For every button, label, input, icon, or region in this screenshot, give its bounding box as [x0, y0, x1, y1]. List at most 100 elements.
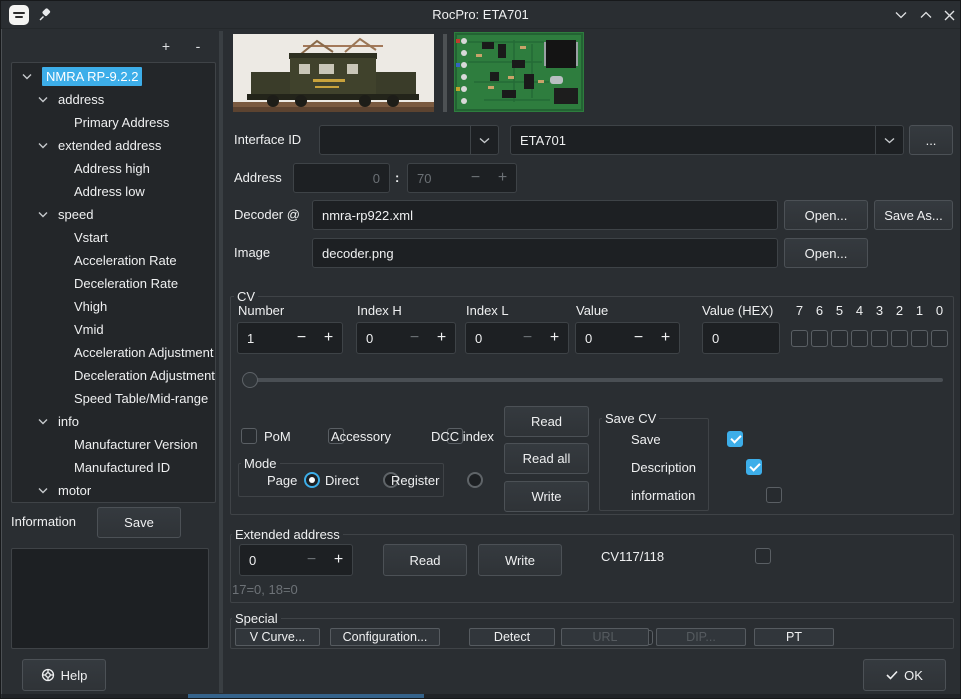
- cv-index-h-spinner[interactable]: 0 − +: [356, 322, 456, 354]
- description-checkbox[interactable]: [746, 459, 762, 475]
- decrement-button[interactable]: −: [625, 329, 652, 347]
- increment-button[interactable]: +: [541, 329, 568, 347]
- url-button: URL: [561, 628, 649, 646]
- cv-bit-0-checkbox[interactable]: [931, 330, 948, 347]
- tree-item-acceleration-adjustment[interactable]: Acceleration Adjustment: [12, 341, 215, 364]
- chevron-down-icon[interactable]: [38, 418, 48, 425]
- tree-add-button[interactable]: +: [157, 39, 175, 55]
- decrement-button[interactable]: −: [514, 329, 541, 347]
- increment-button[interactable]: +: [489, 169, 516, 187]
- increment-button[interactable]: +: [428, 329, 455, 347]
- horizontal-scrollbar-thumb[interactable]: [188, 694, 424, 699]
- cv-number-spinner[interactable]: 1 − +: [237, 322, 343, 354]
- image-file-field[interactable]: decoder.png: [312, 238, 778, 268]
- tree-item-speed-table[interactable]: Speed Table/Mid-range: [12, 387, 215, 410]
- increment-button[interactable]: +: [315, 329, 342, 347]
- v-curve-button[interactable]: V Curve...: [235, 628, 320, 646]
- cv-bit-3-checkbox[interactable]: [871, 330, 888, 347]
- pin-icon[interactable]: [37, 7, 53, 23]
- configuration-button[interactable]: Configuration...: [330, 628, 440, 646]
- chevron-down-icon[interactable]: [38, 142, 48, 149]
- tree-item-address-low[interactable]: Address low: [12, 180, 215, 203]
- decrement-button[interactable]: −: [298, 551, 325, 569]
- tree-item-manufacturer-version[interactable]: Manufacturer Version: [12, 433, 215, 456]
- extended-address-spinner[interactable]: 0 − +: [239, 544, 353, 576]
- splitter-handle[interactable]: [219, 31, 223, 693]
- decrement-button[interactable]: −: [462, 169, 489, 187]
- extended-read-button[interactable]: Read: [383, 544, 467, 576]
- extended-write-button[interactable]: Write: [478, 544, 562, 576]
- cv-value-spinner[interactable]: 0 − +: [575, 322, 680, 354]
- cv-read-button[interactable]: Read: [504, 406, 589, 437]
- tree-item-deceleration-adjustment[interactable]: Deceleration Adjustment: [12, 364, 215, 387]
- ok-button[interactable]: OK: [863, 659, 946, 691]
- cv-index-l-spinner[interactable]: 0 − +: [465, 322, 569, 354]
- mode-group-legend: Mode: [241, 456, 280, 471]
- cv117-checkbox[interactable]: [755, 548, 771, 564]
- cv-group-legend: CV: [234, 289, 258, 304]
- cv-bit-2-checkbox[interactable]: [891, 330, 908, 347]
- decoder-file-field[interactable]: nmra-rp922.xml: [312, 200, 778, 230]
- detect-button[interactable]: Detect: [469, 628, 555, 646]
- tree-item-deceleration-rate[interactable]: Deceleration Rate: [12, 272, 215, 295]
- bit-3-label: 3: [871, 303, 888, 318]
- tree-item-info[interactable]: info: [12, 410, 215, 433]
- close-icon[interactable]: [941, 7, 957, 23]
- cv-bit-7-checkbox[interactable]: [791, 330, 808, 347]
- address-field[interactable]: 0: [293, 163, 390, 193]
- tree-item-primary-address[interactable]: Primary Address: [12, 111, 215, 134]
- save-information-checkbox[interactable]: [766, 487, 782, 503]
- cv-bit-4-checkbox[interactable]: [851, 330, 868, 347]
- chevron-down-icon[interactable]: [38, 96, 48, 103]
- tree-item-acceleration-rate[interactable]: Acceleration Rate: [12, 249, 215, 272]
- mode-page-radio[interactable]: [304, 472, 320, 488]
- tree-item-motor[interactable]: motor: [12, 479, 215, 502]
- decrement-button[interactable]: −: [288, 329, 315, 347]
- cv-value-hex-field[interactable]: 0: [702, 322, 780, 354]
- save-checkbox[interactable]: [727, 431, 743, 447]
- tree-item-vmid[interactable]: Vmid: [12, 318, 215, 341]
- more-button[interactable]: ...: [909, 125, 953, 155]
- cv-bit-5-checkbox[interactable]: [831, 330, 848, 347]
- chevron-down-icon[interactable]: [893, 7, 909, 23]
- image-open-button[interactable]: Open...: [784, 238, 868, 268]
- tree-item-vhigh[interactable]: Vhigh: [12, 295, 215, 318]
- decrement-button[interactable]: −: [401, 329, 428, 347]
- tree-remove-button[interactable]: -: [189, 39, 207, 55]
- increment-button[interactable]: +: [325, 551, 352, 569]
- cv-read-all-button[interactable]: Read all: [504, 443, 589, 474]
- chevron-down-icon[interactable]: [38, 487, 48, 494]
- information-save-button[interactable]: Save: [97, 507, 181, 538]
- pom-checkbox[interactable]: [241, 428, 257, 444]
- tree-item-speed[interactable]: speed: [12, 203, 215, 226]
- help-button[interactable]: Help: [22, 659, 106, 691]
- chevron-up-icon[interactable]: [918, 7, 934, 23]
- bit-7-label: 7: [791, 303, 808, 318]
- tree-item-address-high[interactable]: Address high: [12, 157, 215, 180]
- tree-item-manufactured-id[interactable]: Manufactured ID: [12, 456, 215, 479]
- tree-item-vstart[interactable]: Vstart: [12, 226, 215, 249]
- increment-button[interactable]: +: [652, 329, 679, 347]
- decoder-pcb-photo: [454, 32, 584, 112]
- chevron-down-icon[interactable]: [22, 73, 32, 80]
- chevron-down-icon[interactable]: [38, 211, 48, 218]
- special-group-legend: Special: [232, 611, 281, 626]
- cv-bit-6-checkbox[interactable]: [811, 330, 828, 347]
- cv-write-button[interactable]: Write: [504, 481, 589, 512]
- cv-value-slider-handle[interactable]: [242, 372, 258, 388]
- address-spinner[interactable]: 70 − +: [407, 163, 517, 193]
- tree-item-address[interactable]: address: [12, 88, 215, 111]
- interface-id-combo[interactable]: [319, 125, 499, 155]
- cv-bit-1-checkbox[interactable]: [911, 330, 928, 347]
- loco-id-combo[interactable]: ETA701: [510, 125, 904, 155]
- tree-item-extended-address[interactable]: extended address: [12, 134, 215, 157]
- horizontal-scrollbar[interactable]: [2, 694, 961, 699]
- cv-value-slider-track[interactable]: [243, 378, 943, 382]
- decoder-open-button[interactable]: Open...: [784, 200, 868, 230]
- mode-register-radio[interactable]: [467, 472, 483, 488]
- information-textarea[interactable]: [11, 548, 209, 649]
- pt-button[interactable]: PT: [754, 628, 834, 646]
- decoder-saveas-button[interactable]: Save As...: [874, 200, 953, 230]
- chevron-down-icon: [470, 126, 498, 154]
- tree-item-nmra[interactable]: NMRA RP-9.2.2: [12, 65, 215, 88]
